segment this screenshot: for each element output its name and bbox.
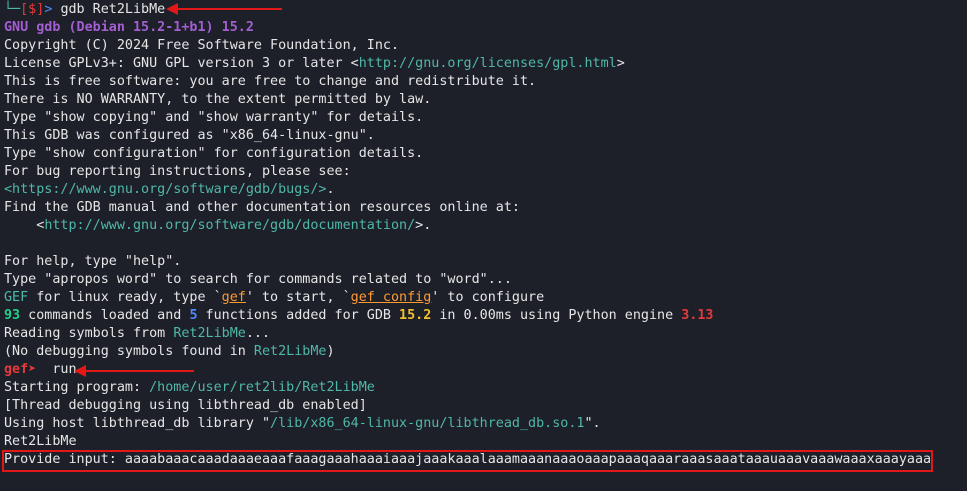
doc-link[interactable]: http://www.gnu.org/software/gdb/document…: [44, 218, 415, 233]
loaded-mid2: functions added for GDB: [197, 308, 400, 323]
shell-command: gdb Ret2LibMe: [60, 2, 166, 17]
host-lib-prefix: Using host libthread_db library ": [4, 416, 271, 431]
program-name-line: Ret2LibMe: [4, 434, 77, 449]
doc-suffix: >.: [415, 218, 432, 233]
gef-run-command: run: [36, 362, 77, 377]
prompt-symbol: >: [44, 2, 53, 17]
input-highlight-box: [2, 450, 933, 472]
reading-prefix: Reading symbols from: [4, 326, 174, 341]
gef-ready-end: ' to configure: [431, 290, 545, 305]
no-debug-symbols-line: (No debugging symbols found in Ret2LibMe…: [4, 343, 967, 361]
host-lib-line: Using host libthread_db library "/lib/x8…: [4, 415, 967, 433]
loaded-mid: commands loaded and: [20, 308, 190, 323]
show-config-line: Type "show configuration" for configurat…: [4, 146, 424, 161]
apropos-line: Type "apropos word" to search for comman…: [4, 272, 512, 287]
doc-indent: <: [4, 218, 45, 233]
copyright-line: Copyright (C) 2024 Free Software Foundat…: [4, 38, 400, 53]
program-path: /home/user/ret2lib/Ret2LibMe: [149, 380, 375, 395]
starting-prefix: Starting program:: [4, 380, 150, 395]
gef-prompt-label: gef➤: [4, 362, 37, 377]
commands-count: 93: [4, 308, 21, 323]
shell-prompt-line: └─[$]> gdb Ret2LibMe: [4, 1, 967, 19]
gef-loaded-line: 93 commands loaded and 5 functions added…: [4, 307, 967, 325]
host-lib-suffix: ".: [584, 416, 601, 431]
gef-word: GEF: [4, 290, 29, 305]
gdb-version-line: GNU gdb (Debian 15.2-1+b1) 15.2: [4, 20, 254, 35]
prompt-corner: └─: [4, 2, 21, 17]
loaded-mid3: in 0.00ms using Python engine: [431, 308, 682, 323]
license-link[interactable]: http://gnu.org/licenses/gpl.html: [359, 56, 617, 71]
gef-config-command: gef config: [350, 290, 432, 305]
gef-ready-mid: for linux ready, type `: [28, 290, 222, 305]
gef-ready-line: GEF for linux ready, type `gef' to start…: [4, 289, 967, 307]
bugs-url-line: <https://www.gnu.org/software/gdb/bugs/>…: [4, 181, 967, 199]
reading-suffix: ...: [245, 326, 271, 341]
doc-url-line: <http://www.gnu.org/software/gdb/documen…: [4, 217, 967, 235]
functions-count: 5: [189, 308, 198, 323]
prompt-bracket: [$]: [20, 2, 45, 17]
bugs-link[interactable]: <https://www.gnu.org/software/gdb/bugs/>: [4, 182, 326, 197]
license-line: License GPLv3+: GNU GPL version 3 or lat…: [4, 55, 967, 73]
annotation-arrow-gdb: [166, 3, 282, 15]
gef-command: gef: [221, 290, 246, 305]
no-warranty-line: There is NO WARRANTY, to the extent perm…: [4, 92, 432, 107]
terminal-window[interactable]: └─[$]> gdb Ret2LibMe GNU gdb (Debian 15.…: [0, 0, 967, 491]
annotation-arrow-run: [74, 365, 194, 377]
license-suffix: >: [616, 56, 625, 71]
nodebug-binary: Ret2LibMe: [253, 344, 327, 359]
nodebug-prefix: (No debugging symbols found in: [4, 344, 254, 359]
manual-line: Find the GDB manual and other documentat…: [4, 200, 520, 215]
help-line: For help, type "help".: [4, 254, 182, 269]
python-version-number: 3.13: [681, 308, 714, 323]
thread-debug-line: [Thread debugging using libthread_db ena…: [4, 398, 367, 413]
free-software-line: This is free software: you are free to c…: [4, 74, 537, 89]
host-lib-path: /lib/x86_64-linux-gnu/libthread_db.so.1: [270, 416, 585, 431]
show-copying-line: Type "show copying" and "show warranty" …: [4, 110, 424, 125]
starting-program-line: Starting program: /home/user/ret2lib/Ret…: [4, 379, 967, 397]
bug-reporting-line: For bug reporting instructions, please s…: [4, 164, 351, 179]
gdb-version-number: 15.2: [399, 308, 432, 323]
reading-symbols-line: Reading symbols from Ret2LibMe...: [4, 325, 967, 343]
configured-line: This GDB was configured as "x86_64-linux…: [4, 128, 375, 143]
license-prefix: License GPLv3+: GNU GPL version 3 or lat…: [4, 56, 359, 71]
bugs-suffix: .: [326, 182, 335, 197]
nodebug-suffix: ): [326, 344, 335, 359]
gef-ready-mid2: ' to start, `: [245, 290, 351, 305]
reading-binary: Ret2LibMe: [173, 326, 246, 341]
